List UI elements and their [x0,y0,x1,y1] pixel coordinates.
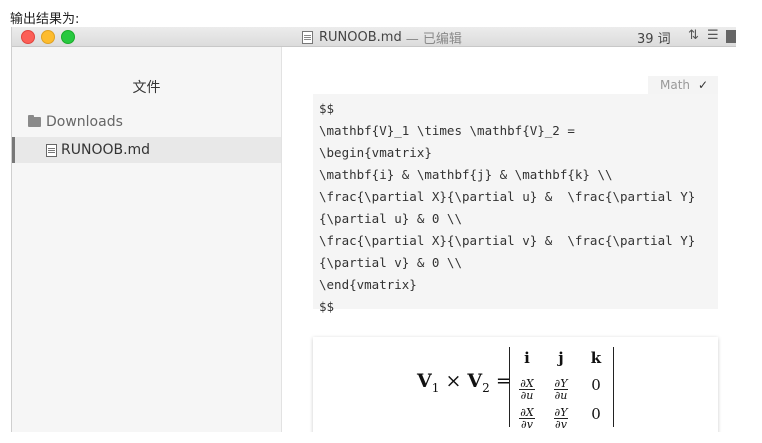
matrix-cell: i [524,349,530,367]
file-sidebar: 文件 Downloads RUNOOB.md [12,47,282,432]
close-button[interactable] [21,30,35,44]
matrix-cell: ∂Y ∂v [553,406,569,431]
folder-icon [28,115,41,127]
sidebar-title: 文件 [132,80,161,96]
editor-pane[interactable]: Math ✓ $$ \mathbf{V}_1 \times \mathbf{V}… [282,47,736,432]
code-line: \mathbf{V}_1 \times \mathbf{V}_2 = [319,123,575,138]
window-title: RUNOOB.md — 已编辑 [302,28,462,47]
matrix-cell: ∂X ∂v [519,406,535,431]
code-line: {\partial v} & 0 \\ [319,255,462,270]
active-indicator [12,137,15,163]
code-line: \frac{\partial X}{\partial v} & \frac{\p… [319,233,696,248]
zoom-button[interactable] [61,30,75,44]
sidebar-toggle-icon[interactable] [726,30,736,43]
matrix-cell: j [558,349,564,367]
code-line: $$ [319,299,335,314]
code-line: \mathbf{i} & \mathbf{j} & \mathbf{k} \\ [319,167,613,182]
minimize-button[interactable] [41,30,55,44]
code-line: \frac{\partial X}{\partial u} & \frac{\p… [319,189,696,204]
determinant-matrix: i j k ∂X ∂u ∂Y ∂u 0 ∂X ∂v ∂Y ∂v 0 [509,347,614,431]
math-render-preview[interactable]: V1 × V2 = i j k ∂X ∂u ∂Y ∂u 0 ∂X ∂v ∂Y ∂… [313,337,718,432]
sidebar-folder-label: Downloads [46,114,123,130]
list-icon[interactable]: ☰ [707,28,719,43]
code-line: \begin{vmatrix} [319,145,432,160]
math-source-block[interactable]: $$ \mathbf{V}_1 \times \mathbf{V}_2 = \b… [313,94,718,314]
file-icon [46,143,57,157]
window-title-filename: RUNOOB.md [319,29,402,45]
sidebar-file-runoob[interactable]: RUNOOB.md [12,137,281,163]
word-count[interactable]: 39 词 [637,28,671,47]
matrix-cell: ∂Y ∂u [553,377,569,402]
math-lhs: V1 × V2 = [417,370,512,395]
matrix-cell: 0 [591,376,601,394]
typora-window: RUNOOB.md — 已编辑 39 词 ⇅ ☰ 文件 Downloads RU… [11,27,736,432]
code-language-tag[interactable]: Math ✓ [648,76,718,94]
code-line: $$ [319,101,335,116]
code-line: \end{vmatrix} [319,277,417,292]
window-title-state: — 已编辑 [405,31,462,47]
sidebar-file-label: RUNOOB.md [61,142,151,158]
matrix-cell: k [590,349,602,367]
code-line: {\partial u} & 0 \\ [319,211,462,226]
title-bar: RUNOOB.md — 已编辑 39 词 ⇅ ☰ [12,27,736,47]
matrix-cell: ∂X ∂u [519,377,535,402]
sidebar-folder-downloads[interactable]: Downloads [28,111,123,133]
output-caption: 输出结果为: [10,12,80,27]
document-icon [302,30,313,44]
code-language-label: Math [660,78,691,92]
up-down-chevron-icon[interactable]: ⇅ [688,28,699,43]
matrix-cell: 0 [591,405,601,423]
checkmark-icon[interactable]: ✓ [698,78,708,92]
